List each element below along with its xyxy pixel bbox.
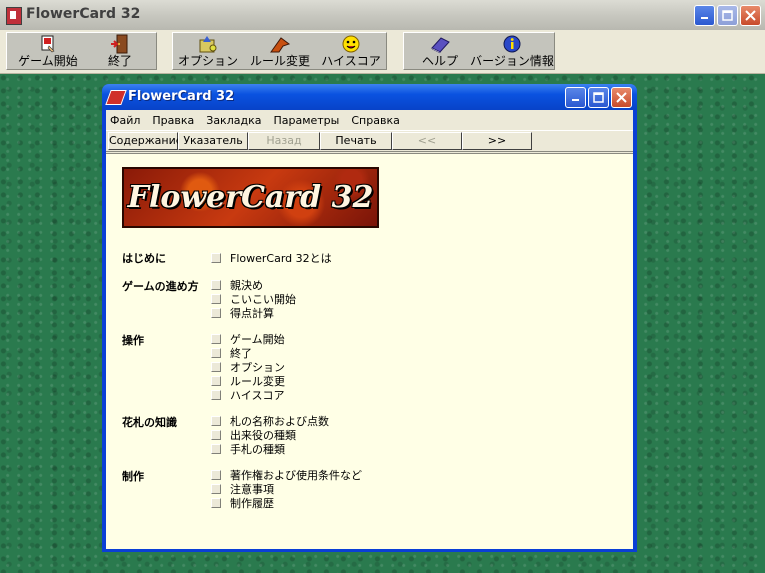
- topic-link[interactable]: 出来役の種類: [211, 428, 296, 442]
- help-minimize-button[interactable]: [565, 87, 586, 108]
- topic-button-icon: [211, 334, 221, 344]
- game-start-label: ゲーム開始: [18, 54, 78, 68]
- topic-link[interactable]: 著作権および使用条件など: [211, 468, 362, 482]
- option-button[interactable]: オプション: [178, 32, 238, 70]
- topic-button-icon: [211, 416, 221, 426]
- section-title: 制作: [122, 470, 144, 483]
- app-icon: [6, 7, 22, 25]
- browse-forward-button[interactable]: >>: [462, 132, 532, 150]
- topic-label: 手札の種類: [230, 443, 285, 456]
- topic-link[interactable]: ゲーム開始: [211, 332, 285, 346]
- back-button[interactable]: Назад: [248, 132, 320, 150]
- topic-link[interactable]: FlowerCard 32とは: [211, 251, 332, 265]
- topic-button-icon: [211, 348, 221, 358]
- topic-button-icon: [211, 294, 221, 304]
- exit-label: 終了: [107, 54, 132, 68]
- topic-label: 制作履歴: [230, 497, 274, 510]
- topic-button-icon: [211, 390, 221, 400]
- option-icon: [197, 34, 219, 54]
- help-label: ヘルプ: [421, 54, 458, 68]
- main-toolbar: ゲーム開始 終了 オプション ルール変更 ハイスコア ヘルプ バージョン情報: [0, 30, 765, 74]
- topic-link[interactable]: オプション: [211, 360, 285, 374]
- help-window-icon: [105, 90, 127, 105]
- help-button[interactable]: ヘルプ: [412, 32, 468, 70]
- topic-button-icon: [211, 470, 221, 480]
- browse-back-button[interactable]: <<: [392, 132, 462, 150]
- help-window: FlowerCard 32 Файл Правка Закладка Парам…: [102, 84, 637, 552]
- topic-link[interactable]: ハイスコア: [211, 388, 284, 402]
- maximize-icon: [722, 10, 733, 21]
- maximize-icon: [593, 92, 604, 103]
- menu-options[interactable]: Параметры: [273, 114, 339, 127]
- flowercard-banner-logo: FlowerCard 32: [122, 167, 379, 228]
- topic-link[interactable]: 親決め: [211, 278, 263, 292]
- close-icon: [616, 92, 627, 103]
- topic-label: 得点計算: [230, 307, 274, 320]
- topic-button-icon: [211, 484, 221, 494]
- topic-link[interactable]: 終了: [211, 346, 252, 360]
- topic-link[interactable]: 注意事項: [211, 482, 274, 496]
- topic-button-icon: [211, 362, 221, 372]
- rule-change-icon: [269, 34, 291, 54]
- help-topic-content: FlowerCard 32 はじめに FlowerCard 32とは ゲームの進…: [106, 153, 633, 549]
- index-button[interactable]: Указатель: [178, 132, 248, 150]
- main-window-title: FlowerCard 32: [26, 6, 141, 22]
- version-info-label: バージョン情報: [470, 54, 554, 68]
- help-window-title: FlowerCard 32: [128, 89, 235, 104]
- close-button[interactable]: [740, 5, 761, 26]
- topic-button-icon: [211, 253, 221, 263]
- banner-text: FlowerCard 32: [127, 180, 374, 215]
- topic-button-icon: [211, 376, 221, 386]
- topic-button-icon: [211, 444, 221, 454]
- exit-door-icon: [109, 34, 131, 54]
- exit-button[interactable]: 終了: [92, 32, 148, 70]
- print-button[interactable]: Печать: [320, 132, 392, 150]
- topic-link[interactable]: 手札の種類: [211, 442, 285, 456]
- minimize-icon: [572, 99, 579, 101]
- rule-change-label: ルール変更: [249, 54, 310, 68]
- minimize-icon: [701, 17, 708, 19]
- help-book-icon: [429, 34, 451, 54]
- smiley-icon: [340, 34, 362, 54]
- menu-edit[interactable]: Правка: [152, 114, 194, 127]
- topic-link[interactable]: ルール変更: [211, 374, 285, 388]
- topic-label: ハイスコア: [230, 389, 285, 402]
- help-menu-bar: Файл Правка Закладка Параметры Справка: [106, 110, 633, 130]
- high-score-button[interactable]: ハイスコア: [320, 32, 382, 70]
- topic-link[interactable]: こいこい開始: [211, 292, 296, 306]
- topic-link[interactable]: 制作履歴: [211, 496, 274, 510]
- option-label: オプション: [178, 54, 239, 68]
- topic-button-icon: [211, 308, 221, 318]
- menu-bookmark[interactable]: Закладка: [206, 114, 261, 127]
- maximize-button[interactable]: [717, 5, 738, 26]
- help-maximize-button[interactable]: [588, 87, 609, 108]
- version-info-button[interactable]: バージョン情報: [470, 32, 554, 70]
- help-close-button[interactable]: [611, 87, 632, 108]
- main-title-bar: FlowerCard 32: [0, 0, 765, 31]
- help-title-bar[interactable]: FlowerCard 32: [102, 84, 637, 110]
- help-client-area: Файл Правка Закладка Параметры Справка С…: [106, 110, 633, 549]
- game-start-icon: [37, 34, 59, 54]
- help-button-bar: Содержание Указатель Назад Печать << >>: [106, 130, 633, 152]
- topic-button-icon: [211, 430, 221, 440]
- section-title: 操作: [122, 334, 144, 347]
- close-icon: [745, 10, 756, 21]
- minimize-button[interactable]: [694, 5, 715, 26]
- topic-link[interactable]: 札の名称および点数: [211, 414, 329, 428]
- topic-button-icon: [211, 280, 221, 290]
- topic-label: FlowerCard 32とは: [230, 252, 332, 265]
- high-score-label: ハイスコア: [321, 54, 381, 68]
- rule-change-button[interactable]: ルール変更: [247, 32, 313, 70]
- game-start-button[interactable]: ゲーム開始: [12, 32, 84, 70]
- menu-file[interactable]: Файл: [110, 114, 140, 127]
- contents-button[interactable]: Содержание: [108, 132, 183, 150]
- menu-help[interactable]: Справка: [351, 114, 399, 127]
- info-icon: [501, 34, 523, 54]
- topic-link[interactable]: 得点計算: [211, 306, 274, 320]
- section-title: 花札の知識: [122, 416, 177, 429]
- section-title: ゲームの進め方: [122, 280, 199, 293]
- topic-button-icon: [211, 498, 221, 508]
- section-title: はじめに: [122, 252, 166, 265]
